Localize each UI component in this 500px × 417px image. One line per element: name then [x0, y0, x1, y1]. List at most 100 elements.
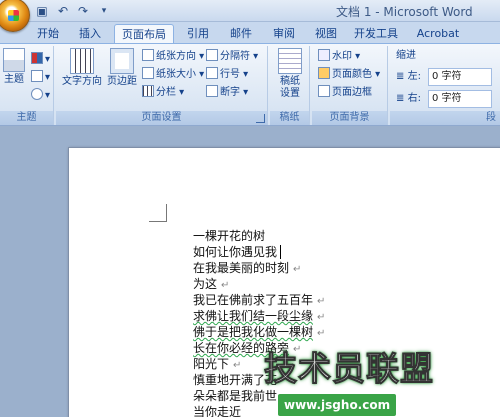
text-line-content: 在我最美丽的时刻	[193, 261, 290, 275]
text-direction-button[interactable]: 文字方向	[60, 48, 104, 88]
group-paragraph: 缩进 ≣ 左: 0 字符 ≣ 右: 0 字符 段	[390, 46, 500, 125]
text-line-content: 佛于是把我化做一棵树	[193, 325, 314, 339]
page-borders-icon	[318, 85, 330, 97]
tab-acrobat[interactable]: Acrobat	[410, 24, 466, 43]
group-page-background: 水印 ▾ 页面颜色 ▾ 页面边框 页面背景	[312, 46, 388, 125]
line-numbers-label: 行号	[220, 69, 240, 80]
group-page-setup-label: 页面设置	[56, 111, 267, 125]
indent-title: 缩进	[396, 50, 416, 61]
paragraph-mark: ↵	[293, 264, 302, 275]
text-line-content: 我已在佛前求了五百年	[193, 293, 314, 307]
line-numbers-button[interactable]: 行号 ▾	[206, 67, 248, 83]
undo-icon[interactable]: ↶	[55, 3, 71, 19]
tab-insert[interactable]: 插入	[72, 24, 108, 43]
size-icon	[142, 67, 154, 79]
group-draft-paper: 稿纸 设置 稿纸	[270, 46, 310, 125]
text-line[interactable]: 佛于是把我化做一棵树 ↵	[193, 324, 325, 340]
indent-left-input[interactable]: 0 字符	[428, 68, 492, 86]
group-page-setup: 文字方向 页边距 纸张方向 ▾ 纸张大小 ▾ 分栏 ▾ 分隔符 ▾ 行号 ▾ 断…	[56, 46, 268, 125]
themes-icon	[3, 48, 25, 72]
tab-mailings[interactable]: 邮件	[223, 24, 259, 43]
group-paragraph-label: 段	[390, 111, 500, 125]
tab-developer[interactable]: 开发工具	[350, 24, 402, 43]
draft-paper-icon	[278, 48, 302, 74]
page-color-label: 页面颜色	[332, 69, 372, 80]
columns-label: 分栏	[156, 87, 176, 98]
watermark-logo: 技术员联盟	[264, 349, 434, 389]
theme-effects-icon[interactable]: ▾	[31, 88, 50, 104]
text-line[interactable]: 当你走近	[193, 404, 241, 417]
breaks-icon	[206, 49, 218, 61]
margin-corner-mark	[149, 204, 167, 222]
window-title: 文档 1 - Microsoft Word	[336, 5, 473, 19]
ribbon-tabs: 开始 插入 页面布局 引用 邮件 审阅 视图 开发工具 Acrobat	[0, 22, 500, 43]
draft-paper-label: 稿纸 设置	[280, 76, 300, 99]
hyphenation-icon	[206, 85, 218, 97]
text-line-content: 一棵开花的树	[193, 229, 266, 243]
breaks-label: 分隔符	[220, 51, 250, 62]
draft-paper-button[interactable]: 稿纸 设置	[273, 48, 307, 100]
group-themes-label: 主题	[0, 111, 53, 125]
columns-icon	[142, 85, 154, 97]
text-line-content: 求佛让我们结一段尘缘	[193, 309, 314, 323]
watermark-button[interactable]: 水印 ▾	[318, 49, 360, 65]
page-color-icon	[318, 67, 330, 79]
text-line[interactable]: 我已在佛前求了五百年 ↵	[193, 292, 325, 308]
margins-button[interactable]: 页边距	[106, 48, 138, 88]
group-themes: 主题 ▾ ▾ ▾ 主题	[0, 46, 54, 125]
indent-left-row: ≣ 左: 0 字符	[396, 68, 496, 86]
tab-home[interactable]: 开始	[30, 24, 66, 43]
text-line[interactable]: 在我最美丽的时刻 ↵	[193, 260, 301, 276]
text-line[interactable]: 求佛让我们结一段尘缘 ↵	[193, 308, 325, 324]
text-line-content: 如何让你遇见我	[193, 245, 278, 259]
size-button[interactable]: 纸张大小 ▾	[142, 67, 204, 83]
hyphenation-button[interactable]: 断字 ▾	[206, 85, 248, 101]
redo-icon[interactable]: ↷	[75, 3, 91, 19]
indent-right-label: 右:	[407, 93, 421, 104]
themes-label: 主题	[4, 74, 24, 85]
page-borders-button[interactable]: 页面边框	[318, 85, 372, 101]
columns-button[interactable]: 分栏 ▾	[142, 85, 184, 101]
orientation-button[interactable]: 纸张方向 ▾	[142, 49, 204, 65]
paragraph-mark: ↵	[317, 312, 326, 323]
theme-colors-icon[interactable]: ▾	[31, 52, 50, 68]
group-page-background-label: 页面背景	[312, 111, 387, 125]
text-direction-label: 文字方向	[62, 76, 102, 87]
text-line-content: 当你走近	[193, 405, 242, 417]
text-direction-icon	[70, 48, 94, 74]
save-icon[interactable]: ▣	[34, 3, 50, 19]
text-line[interactable]: 一棵开花的树	[193, 228, 265, 244]
size-label: 纸张大小	[156, 69, 196, 80]
page-borders-label: 页面边框	[332, 87, 372, 98]
page-setup-launcher-icon[interactable]	[256, 114, 265, 123]
paragraph-mark: ↵	[233, 360, 242, 371]
themes-button[interactable]: 主题	[1, 48, 27, 86]
tab-page-layout[interactable]: 页面布局	[114, 24, 174, 43]
orientation-icon	[142, 49, 154, 61]
line-numbers-icon	[206, 67, 218, 79]
group-draft-label: 稿纸	[270, 111, 309, 125]
tab-view[interactable]: 视图	[308, 24, 344, 43]
text-line[interactable]: 为这 ↵	[193, 276, 229, 292]
text-line-content: 阳光下	[193, 357, 230, 371]
hyphenation-label: 断字	[220, 87, 240, 98]
paragraph-mark: ↵	[317, 328, 326, 339]
breaks-button[interactable]: 分隔符 ▾	[206, 49, 258, 65]
page-color-button[interactable]: 页面颜色 ▾	[318, 67, 380, 83]
customize-icon[interactable]: ▾	[96, 3, 112, 19]
ribbon: 主题 ▾ ▾ ▾ 主题 文字方向 页边距 纸张方向 ▾ 纸张大小 ▾ 分栏 ▾ …	[0, 43, 500, 126]
theme-fonts-icon[interactable]: ▾	[31, 70, 50, 86]
text-line[interactable]: 如何让你遇见我	[193, 244, 285, 260]
tab-references[interactable]: 引用	[180, 24, 216, 43]
indent-right-input[interactable]: 0 字符	[428, 90, 492, 108]
text-line[interactable]: 阳光下 ↵	[193, 356, 241, 372]
title-bar: ▣ ↶ ↷ ▾ 文档 1 - Microsoft Word	[0, 0, 500, 32]
indent-left-label: 左:	[407, 71, 421, 82]
margins-label: 页边距	[107, 76, 137, 87]
watermark-label: 水印	[332, 51, 352, 62]
text-line-content: 为这	[193, 277, 218, 291]
indent-right-icon: ≣	[396, 93, 405, 104]
tab-review[interactable]: 审阅	[266, 24, 302, 43]
paragraph-mark: ↵	[221, 280, 230, 291]
paragraph-mark: ↵	[317, 296, 326, 307]
